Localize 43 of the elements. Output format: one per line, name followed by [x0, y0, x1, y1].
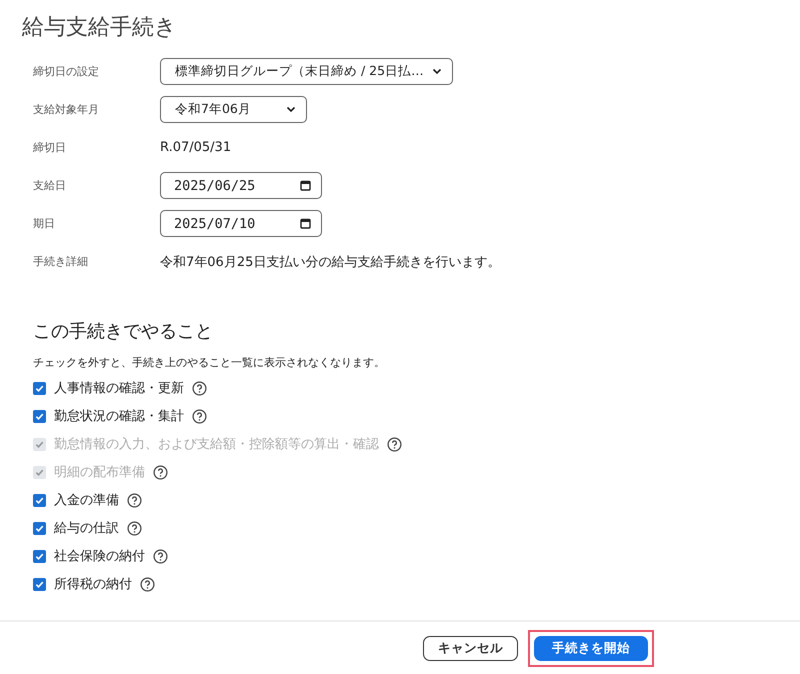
- task-label: 社会保険の納付: [54, 548, 145, 565]
- help-icon[interactable]: [127, 492, 142, 508]
- chevron-down-icon: [286, 106, 296, 113]
- task-label: 勤怠情報の入力、および支給額・控除額等の算出・確認: [54, 436, 379, 453]
- help-icon[interactable]: [192, 380, 207, 396]
- checkbox[interactable]: [33, 382, 46, 394]
- task-label: 給与の仕訳: [54, 520, 119, 537]
- calendar-icon[interactable]: [300, 218, 311, 229]
- section-note: チェックを外すと、手続き上のやること一覧に表示されなくなります。: [33, 355, 386, 370]
- checkbox[interactable]: [33, 522, 46, 534]
- calendar-icon[interactable]: [300, 180, 311, 191]
- section-heading: この手続きでやること: [33, 320, 214, 344]
- field-value: 令和7年06月25日支払い分の給与支給手続きを行います。: [160, 254, 500, 270]
- checkbox[interactable]: [33, 550, 46, 562]
- chevron-down-icon: [432, 68, 442, 75]
- page-title: 給与支給手続き: [22, 14, 178, 42]
- task-label: 勤怠状況の確認・集計: [54, 408, 184, 425]
- help-icon[interactable]: [140, 576, 155, 592]
- date-field[interactable]: 2025/07/10: [160, 210, 322, 237]
- select-field[interactable]: 標準締切日グループ（末日締め / 25日払…: [160, 58, 453, 85]
- field-label: 支給日: [33, 178, 67, 193]
- checkbox[interactable]: [33, 494, 46, 506]
- cancel-button[interactable]: キャンセル: [423, 636, 518, 660]
- select-field[interactable]: 令和7年06月: [160, 96, 307, 123]
- checkbox[interactable]: [33, 410, 46, 422]
- task-label: 明細の配布準備: [54, 464, 145, 481]
- field-label: 支給対象年月: [33, 102, 100, 117]
- help-icon[interactable]: [153, 548, 168, 564]
- task-label: 人事情報の確認・更新: [54, 380, 184, 397]
- task-label: 入金の準備: [54, 492, 119, 509]
- field-label: 締切日の設定: [33, 64, 100, 79]
- help-icon[interactable]: [387, 436, 402, 452]
- help-icon[interactable]: [192, 408, 207, 424]
- field-label: 締切日: [33, 140, 67, 155]
- task-label: 所得税の納付: [54, 576, 132, 593]
- field-label: 手続き詳細: [33, 254, 89, 269]
- field-value: R.07/05/31: [160, 140, 232, 155]
- date-field[interactable]: 2025/06/25: [160, 172, 322, 199]
- help-icon[interactable]: [127, 520, 142, 536]
- field-label: 期日: [33, 216, 56, 231]
- help-icon[interactable]: [153, 464, 168, 480]
- checkbox[interactable]: [33, 578, 46, 590]
- start-button[interactable]: 手続きを開始: [534, 636, 648, 660]
